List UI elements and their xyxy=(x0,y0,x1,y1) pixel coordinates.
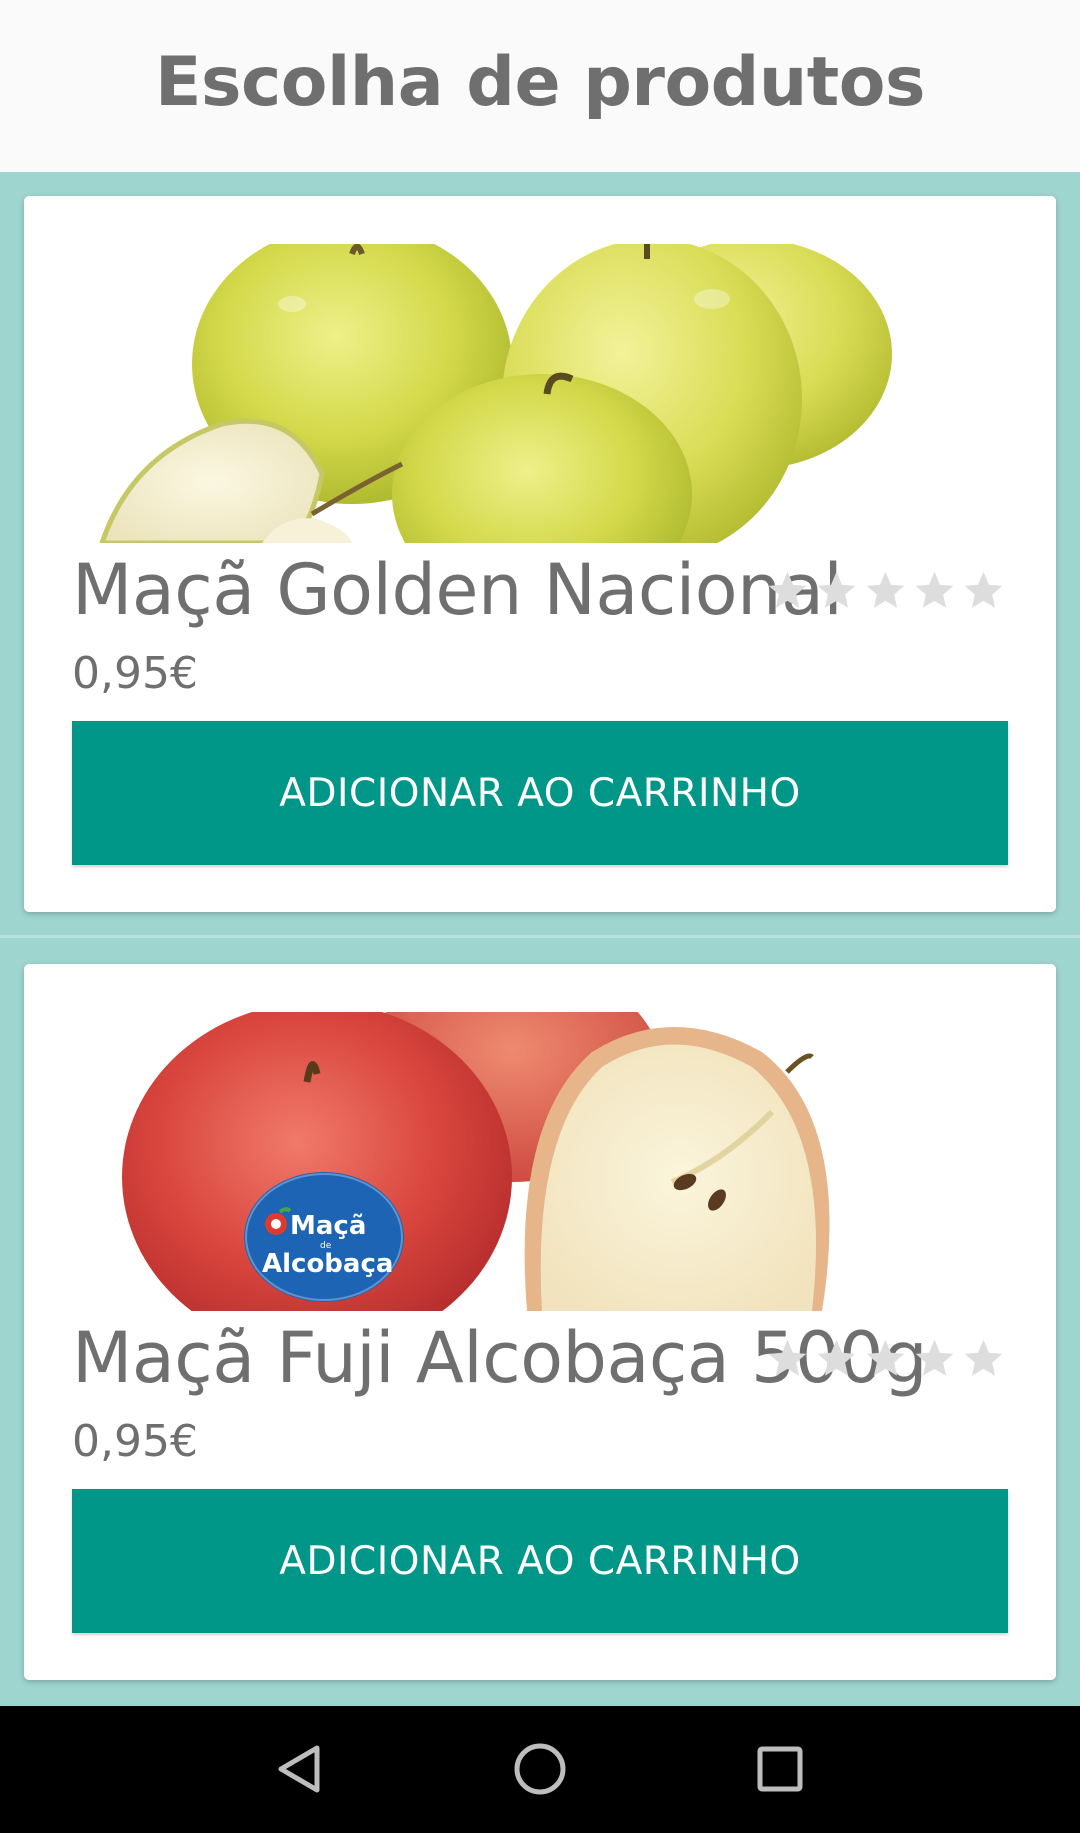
rating-stars[interactable] xyxy=(765,1336,1006,1381)
star-icon[interactable] xyxy=(814,568,859,613)
app-screen: Escolha de produtos Maçã Golden Nacional… xyxy=(0,0,1080,1833)
rating-stars[interactable] xyxy=(765,568,1006,613)
product-list[interactable]: Maçã Golden Nacional 0,95€ ADICIONAR AO … xyxy=(0,172,1080,1706)
product-card: Maçã de Alcobaça Maçã Fuji Alcobaça 500g… xyxy=(24,964,1056,1680)
product-price: 0,95€ xyxy=(72,648,198,699)
list-divider xyxy=(0,935,1080,938)
product-price: 0,95€ xyxy=(72,1416,198,1467)
app-header: Escolha de produtos xyxy=(0,0,1080,172)
star-icon[interactable] xyxy=(961,1336,1006,1381)
fuji-apples-photo: Maçã de Alcobaça xyxy=(72,1012,1008,1311)
product-image-golden xyxy=(72,244,1008,543)
star-icon[interactable] xyxy=(765,1336,810,1381)
back-triangle-icon[interactable] xyxy=(255,1724,345,1814)
add-to-cart-button[interactable]: ADICIONAR AO CARRINHO xyxy=(72,721,1008,865)
svg-text:Alcobaça: Alcobaça xyxy=(262,1249,393,1279)
star-icon[interactable] xyxy=(912,1336,957,1381)
star-icon[interactable] xyxy=(863,568,908,613)
star-icon[interactable] xyxy=(961,568,1006,613)
star-icon[interactable] xyxy=(765,568,810,613)
recents-square-icon[interactable] xyxy=(735,1724,825,1814)
brand-seal-text: Maçã xyxy=(290,1211,366,1241)
star-icon[interactable] xyxy=(814,1336,859,1381)
star-icon[interactable] xyxy=(912,568,957,613)
product-image-fuji: Maçã de Alcobaça xyxy=(72,1012,1008,1311)
product-name: Maçã Golden Nacional xyxy=(72,549,843,631)
page-title: Escolha de produtos xyxy=(155,42,925,122)
star-icon[interactable] xyxy=(863,1336,908,1381)
system-navigation-bar xyxy=(0,1706,1080,1833)
product-card: Maçã Golden Nacional 0,95€ ADICIONAR AO … xyxy=(24,196,1056,912)
golden-apples-photo xyxy=(72,244,1008,543)
add-to-cart-button[interactable]: ADICIONAR AO CARRINHO xyxy=(72,1489,1008,1633)
home-circle-icon[interactable] xyxy=(495,1724,585,1814)
